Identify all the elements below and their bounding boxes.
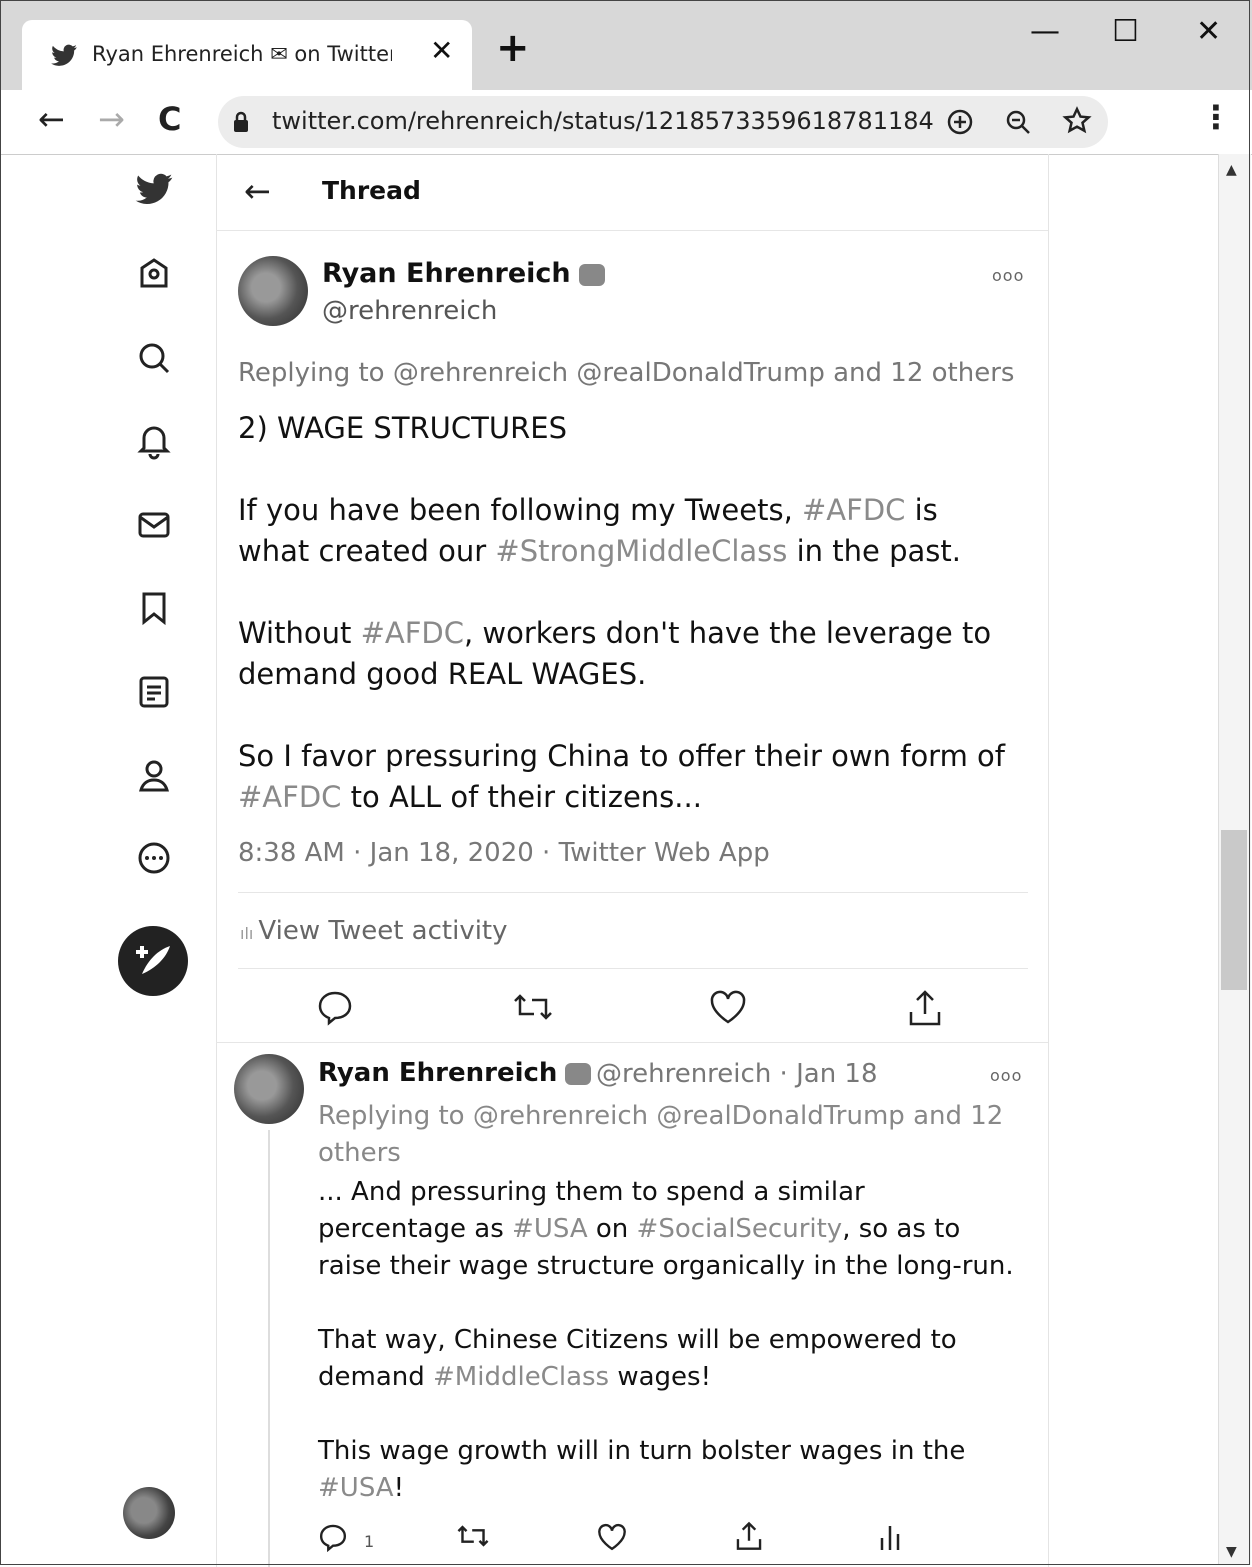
window-border	[0, 0, 1250, 1565]
